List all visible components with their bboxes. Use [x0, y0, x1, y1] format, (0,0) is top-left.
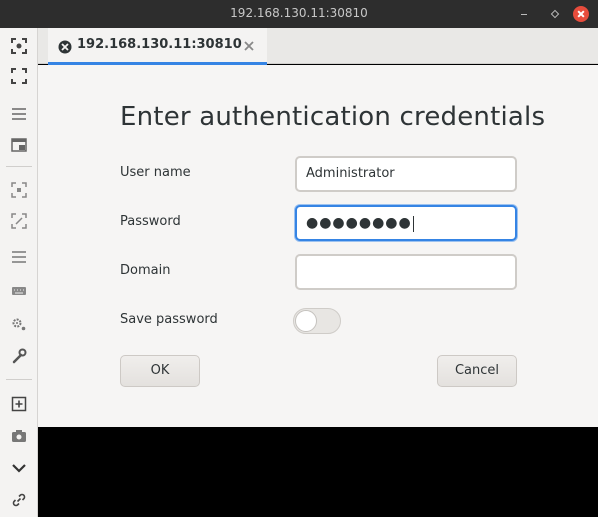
- username-label: User name: [120, 165, 191, 180]
- resize-icon[interactable]: [9, 211, 29, 231]
- chevron-down-icon[interactable]: [9, 458, 29, 478]
- username-field[interactable]: Administrator: [295, 156, 517, 192]
- remote-display-area[interactable]: [38, 427, 598, 517]
- minimize-button[interactable]: [516, 6, 532, 22]
- scale-icon[interactable]: [9, 180, 29, 200]
- sidebar-separator: [6, 379, 32, 380]
- cancel-button[interactable]: Cancel: [437, 355, 517, 387]
- window-title: 192.168.130.11:30810: [230, 6, 368, 20]
- menu-icon[interactable]: [9, 104, 29, 124]
- fullscreen-icon[interactable]: [9, 66, 29, 86]
- toggle-knob: [295, 310, 317, 332]
- save-password-label: Save password: [120, 312, 218, 327]
- tab-bar: 192.168.130.11:30810: [38, 28, 598, 65]
- new-connection-icon[interactable]: [9, 394, 29, 414]
- maximize-button[interactable]: [546, 6, 562, 22]
- domain-field[interactable]: [295, 254, 517, 290]
- close-tab-icon[interactable]: [242, 38, 256, 52]
- password-field[interactable]: ●●●●●●●●: [295, 205, 517, 241]
- sidebar-separator: [6, 166, 32, 167]
- ok-button[interactable]: OK: [120, 355, 200, 387]
- tab-label: 192.168.130.11:30810: [77, 37, 242, 52]
- tab-connection[interactable]: 192.168.130.11:30810: [48, 28, 267, 65]
- disconnect-icon[interactable]: [9, 490, 29, 510]
- text-caret: [412, 215, 414, 232]
- dialog-heading: Enter authentication credentials: [120, 102, 546, 132]
- password-label: Password: [120, 214, 181, 229]
- tools-icon[interactable]: [9, 346, 29, 366]
- window-titlebar: 192.168.130.11:30810: [0, 0, 598, 28]
- connection-icon: [58, 39, 72, 54]
- fit-window-icon[interactable]: [9, 36, 29, 56]
- window-mode-icon[interactable]: [9, 135, 29, 155]
- toolbar-menu-icon[interactable]: [9, 247, 29, 267]
- save-password-toggle[interactable]: [293, 308, 341, 334]
- toolbar-sidebar: [0, 28, 38, 517]
- keyboard-icon[interactable]: [9, 281, 29, 301]
- auth-dialog: Enter authentication credentials User na…: [38, 65, 598, 427]
- screenshot-icon[interactable]: [9, 426, 29, 446]
- close-window-button[interactable]: [573, 6, 589, 22]
- password-mask: ●●●●●●●●: [306, 215, 412, 231]
- domain-label: Domain: [120, 263, 171, 278]
- preferences-icon[interactable]: [9, 314, 29, 334]
